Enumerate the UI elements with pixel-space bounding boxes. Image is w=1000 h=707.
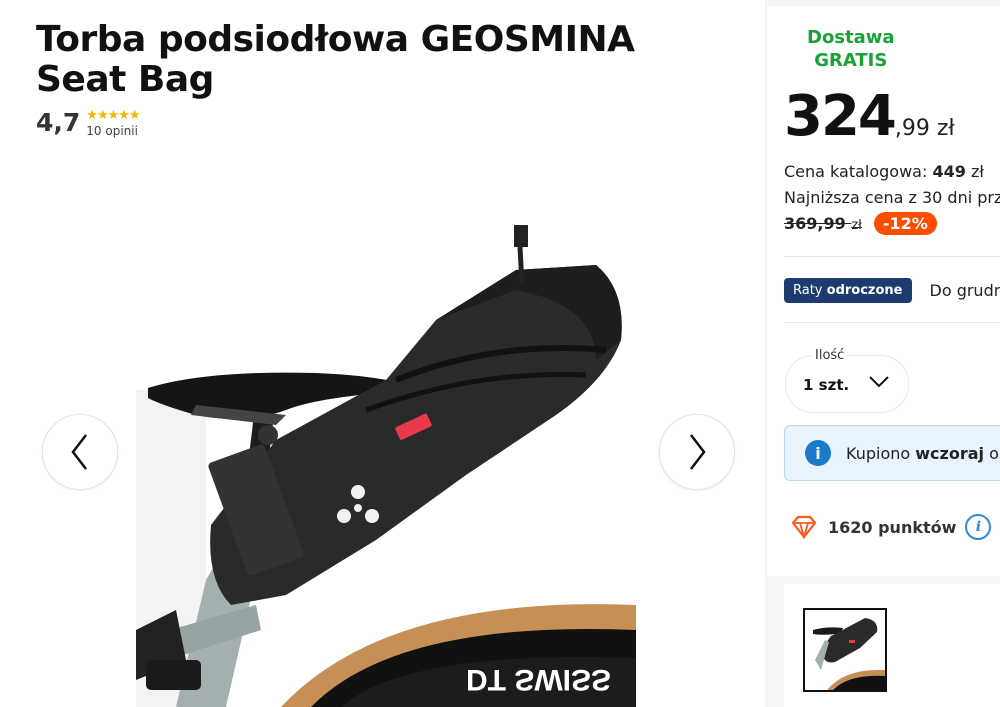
old-price-row: 369,99 zł -12%	[784, 212, 937, 235]
purchase-info-bold: wczoraj	[915, 443, 984, 463]
chevron-down-icon	[869, 376, 889, 388]
purchase-info-banner: i Kupiono wczoraj o	[784, 425, 1000, 481]
divider	[784, 256, 1000, 257]
wheel-brand-text: DT SWISS	[466, 663, 611, 696]
price-decimal: ,99 zł	[894, 116, 955, 141]
delivery-label: Dostawa	[807, 27, 895, 48]
diamond-icon	[791, 515, 817, 539]
discount-badge: -12%	[873, 212, 937, 235]
chevron-right-icon	[690, 434, 706, 470]
purchase-info-prefix: Kupiono	[846, 443, 916, 463]
old-price-value: 369,99	[784, 214, 846, 233]
old-price-currency: zł	[851, 218, 862, 233]
purchase-sidebar: Dostawa GRATIS 324,99 zł Cena katalogowa…	[765, 0, 1000, 707]
gallery-next-button[interactable]	[659, 414, 735, 490]
product-main: Torba podsiodłowa GEOSMINA Seat Bag 4,7 …	[0, 0, 765, 707]
catalog-price-value: 449	[932, 162, 966, 181]
thumbnail-card	[784, 584, 1000, 707]
chevron-left-icon	[71, 434, 87, 470]
divider	[784, 322, 1000, 323]
product-thumbnail[interactable]	[803, 608, 887, 692]
installments-text: Do grudn	[929, 281, 1000, 300]
purchase-info-text: Kupiono wczoraj o	[846, 444, 999, 463]
installments-badge-bold: odroczone	[826, 283, 903, 298]
catalog-price-label: Cena katalogowa:	[784, 162, 933, 181]
quantity-label: Ilość	[812, 348, 848, 363]
points-text: 1620 punktów	[828, 517, 957, 537]
purchase-panel: Dostawa GRATIS 324,99 zł Cena katalogowa…	[767, 6, 1000, 576]
info-icon: i	[805, 440, 831, 466]
installments-badge-prefix: Raty	[793, 283, 827, 298]
free-delivery-badge: Dostawa GRATIS	[807, 26, 895, 72]
catalog-price: Cena katalogowa: 449 zł	[784, 162, 984, 181]
delivery-value: GRATIS	[814, 50, 888, 71]
installments-badge: Raty odroczone	[784, 278, 912, 303]
reviews-link[interactable]: 10 opinii	[86, 123, 139, 139]
points-info-button[interactable]: i	[965, 514, 992, 540]
installments-row[interactable]: Raty odroczone Do grudn	[784, 278, 1000, 303]
product-rating[interactable]: 4,7 ★★★★★ 10 opinii	[36, 108, 141, 139]
thumbnail-image	[805, 610, 885, 690]
loyalty-points: 1620 punktów i	[791, 514, 992, 540]
product-title: Torba podsiodłowa GEOSMINA Seat Bag	[36, 19, 635, 100]
catalog-price-unit: zł	[965, 162, 984, 181]
quantity-value: 1 szt.	[803, 376, 850, 394]
rating-stars-icon: ★★★★★	[86, 108, 140, 123]
lowest-price-label: Najniższa cena z 30 dni prz	[784, 188, 1000, 207]
gallery-prev-button[interactable]	[42, 414, 118, 490]
product-image[interactable]: DT SWISS	[136, 210, 636, 707]
purchase-info-suffix: o	[984, 443, 999, 463]
old-price: 369,99 zł	[784, 214, 862, 233]
rating-value: 4,7	[36, 108, 81, 137]
product-price: 324,99 zł	[784, 82, 955, 152]
quantity-select[interactable]: Ilość 1 szt.	[785, 348, 909, 413]
price-integer: 324	[784, 84, 897, 149]
